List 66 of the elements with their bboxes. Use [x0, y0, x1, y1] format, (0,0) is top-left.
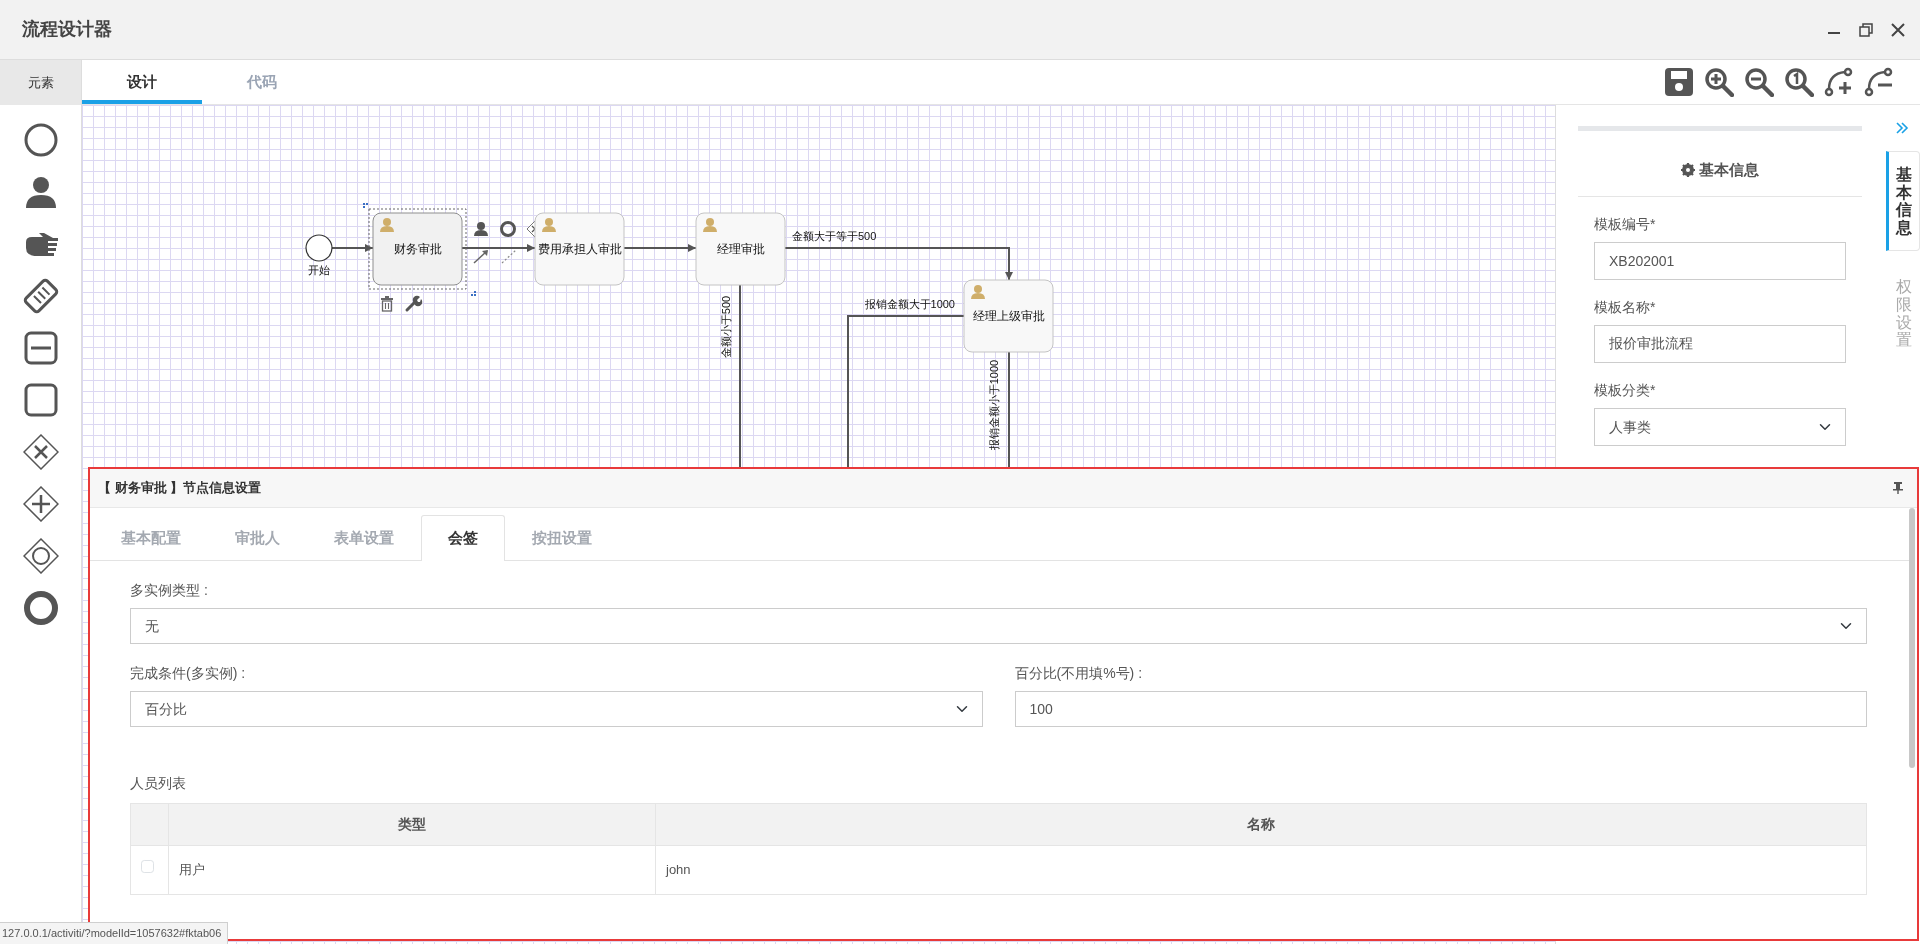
gear-icon [1681, 163, 1695, 178]
arrow-icon [473, 250, 488, 264]
scroll-icon[interactable] [22, 278, 59, 314]
save-icon[interactable] [1664, 67, 1694, 97]
field-label: 百分比(不用填%号) : [1014, 664, 1144, 682]
zoom-out-icon[interactable] [1744, 67, 1774, 97]
text-field[interactable]: 100 [1014, 691, 1867, 727]
close-icon[interactable] [1890, 21, 1906, 38]
text-field[interactable]: 报价审批流程 [1594, 325, 1846, 363]
node-label: 经理审批 [716, 243, 765, 255]
flow-label: 金额小于500 [720, 295, 732, 359]
resize-handle [471, 291, 476, 296]
node-label: 开始 [308, 264, 330, 276]
square-icon[interactable] [22, 382, 59, 418]
node-label: 费用承担人审批 [537, 243, 622, 255]
user-icon [971, 285, 985, 299]
scrollbar-thumb[interactable] [1909, 508, 1915, 768]
zoom-reset-icon[interactable] [1784, 67, 1814, 97]
panel-title: 【 财务审批 】节点信息设置 [98, 479, 262, 498]
user-icon [380, 218, 394, 232]
row-checkbox[interactable] [141, 860, 154, 874]
flow-arrow [331, 244, 374, 252]
dropdown-field[interactable]: 百分比 [130, 691, 983, 727]
ring-icon [500, 221, 516, 237]
diamond-cross-icon[interactable] [22, 434, 59, 470]
minus-box-icon[interactable] [22, 330, 59, 366]
flow-label: 报销金额小于1000 [988, 359, 1000, 451]
person-icon [474, 222, 488, 236]
section-title: 人员列表 [130, 774, 187, 793]
side-tab[interactable]: 基本信息 [1886, 151, 1920, 252]
window-title: 流程设计器 [22, 18, 112, 41]
trash-icon [381, 296, 393, 312]
resize-handle [363, 203, 368, 208]
flow-label: 金额大于等于500 [792, 230, 877, 242]
table-cell: 用户 [168, 845, 656, 895]
tab[interactable]: 会签 [421, 515, 505, 561]
status-url: 127.0.0.1/activiti/?modelId=1057632#fktab06 [0, 921, 229, 944]
wrench-icon [405, 295, 423, 312]
panel-heading: 基本信息 [1699, 160, 1759, 180]
field-label: 模板编号* [1594, 215, 1657, 234]
user-icon [703, 218, 717, 232]
table-cell: john [655, 845, 1867, 895]
user-icon [542, 218, 556, 232]
dropdown-field[interactable]: 无 [130, 608, 1867, 644]
dashed-line-icon [501, 249, 517, 264]
pin-icon[interactable] [1893, 482, 1903, 494]
column-header: 类型 [168, 803, 656, 846]
node-label: 财务审批 [393, 243, 442, 255]
zoom-in-icon[interactable] [1704, 67, 1734, 97]
dropdown-field[interactable]: 人事类 [1594, 408, 1846, 446]
text-field[interactable]: XB202001 [1594, 242, 1846, 280]
column-header: 名称 [655, 803, 1867, 846]
ring-icon[interactable] [22, 590, 59, 626]
sidebar-header: 元素 [0, 60, 81, 105]
flow-label: 报销金额大于1000 [864, 298, 955, 310]
field-label: 模板名称* [1594, 298, 1657, 317]
field-label: 模板分类* [1594, 381, 1657, 400]
field-label: 多实例类型 : [130, 581, 209, 599]
maximize-icon[interactable] [1858, 21, 1874, 38]
curve-plus-icon[interactable] [1824, 67, 1854, 97]
double-chevron-icon[interactable] [1895, 121, 1909, 135]
field-label: 完成条件(多实例) : [130, 664, 247, 682]
node-label: 经理上级审批 [972, 310, 1045, 322]
diamond-plus-icon[interactable] [22, 486, 59, 522]
circle-icon[interactable] [22, 122, 59, 158]
curve-minus-icon[interactable] [1864, 67, 1894, 97]
